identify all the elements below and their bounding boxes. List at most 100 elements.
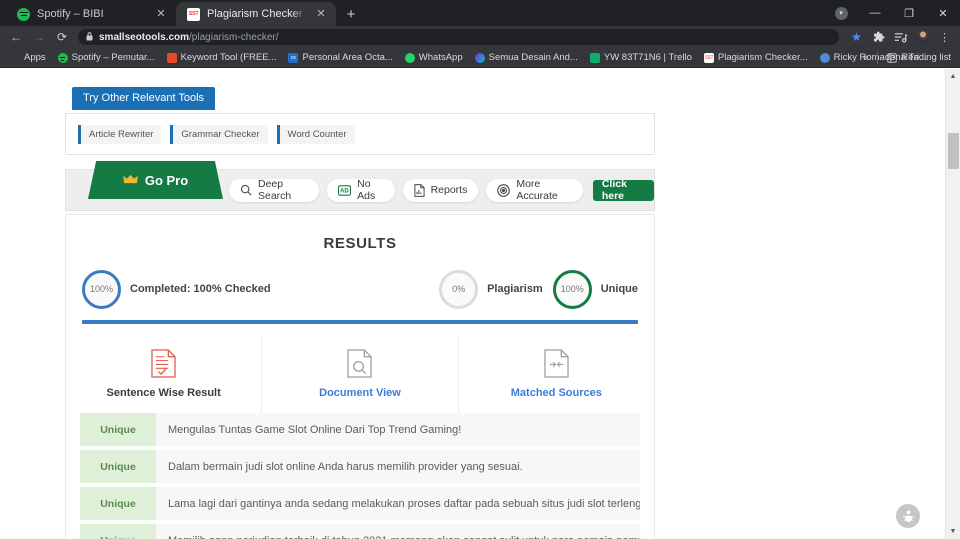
- browser-menu-icon[interactable]: ⋮: [935, 28, 954, 47]
- bookmark-whatsapp[interactable]: WhatsApp: [400, 49, 468, 67]
- scroll-up-icon[interactable]: ▲: [946, 69, 960, 84]
- sentence-text: Lama lagi dari gantinya anda sedang mela…: [168, 497, 640, 510]
- reload-icon[interactable]: ⟳: [52, 27, 72, 47]
- back-icon[interactable]: ←: [6, 27, 26, 47]
- reading-list-label: Reading list: [901, 52, 951, 63]
- tab-label: Matched Sources: [510, 387, 602, 399]
- results-meters-right: 0% Plagiarism 100% Unique: [439, 269, 638, 309]
- reading-list-button[interactable]: Reading list: [882, 49, 956, 67]
- bookmark-semua-desain[interactable]: Semua Desain And...: [470, 49, 583, 67]
- forward-icon: →: [33, 30, 45, 44]
- table-row[interactable]: Unique Memilih agen perjudian terbaik di…: [80, 524, 640, 539]
- plagiarism-label: Plagiarism: [487, 283, 543, 295]
- scrollbar-thumb[interactable]: [948, 133, 959, 169]
- tab-title: Plagiarism Checker - 100% Free C: [207, 8, 307, 20]
- browser-toolbar: ← → ⟳ smallseotools.com/plagiarism-check…: [0, 26, 960, 48]
- go-pro-badge[interactable]: Go Pro: [88, 161, 223, 199]
- feature-no-ads[interactable]: AD No Ads: [327, 178, 395, 202]
- bookmark-label: Semua Desain And...: [488, 52, 578, 63]
- bookmark-star-icon[interactable]: ★: [847, 28, 866, 47]
- minimize-icon[interactable]: —: [858, 0, 892, 26]
- download-indicator-icon[interactable]: ▾: [824, 0, 858, 26]
- feature-reports[interactable]: Reports: [402, 178, 479, 202]
- status-badge: Unique: [80, 487, 156, 520]
- document-check-icon: [66, 348, 261, 378]
- sentence-text: Mengulas Tuntas Game Slot Online Dari To…: [168, 423, 462, 436]
- window-controls: ▾ — ❐ ✕: [824, 0, 960, 26]
- tab-matched-sources[interactable]: Matched Sources: [459, 336, 654, 413]
- unique-percent-ring: 100%: [552, 269, 592, 309]
- results-card: RESULTS 100% Completed: 100% Checked 0% …: [65, 214, 655, 539]
- go-pro-label: Go Pro: [144, 172, 189, 188]
- sst-icon: SST: [187, 7, 200, 21]
- tab-title: Spotify – BIBI: [37, 8, 104, 20]
- meter-unique: 100% Unique: [552, 269, 638, 309]
- spotify-icon: [17, 7, 30, 21]
- feature-deep-search[interactable]: Deep Search: [229, 178, 320, 202]
- new-tab-button[interactable]: +: [338, 2, 364, 26]
- tool-link-word-counter[interactable]: Word Counter: [276, 124, 355, 144]
- bookmark-plagiarism-checker[interactable]: SST Plagiarism Checker...: [699, 49, 813, 67]
- table-row[interactable]: Unique Mengulas Tuntas Game Slot Online …: [80, 413, 640, 446]
- trello-icon: [589, 52, 600, 63]
- octa-icon: oc: [288, 52, 299, 63]
- sentence-text: Memilih agen perjudian terbaik di tahun …: [156, 524, 640, 539]
- scroll-down-icon[interactable]: ▼: [946, 524, 960, 539]
- go-pro-bar: Go Pro Deep Search AD No Ads Reports Mor…: [65, 161, 655, 211]
- divider: [877, 51, 879, 64]
- browser-tab-plagiarism-checker[interactable]: SST Plagiarism Checker - 100% Free C ✕: [176, 2, 336, 26]
- tab-close-icon[interactable]: ✕: [314, 7, 328, 21]
- tab-sentence-wise-result[interactable]: Sentence Wise Result: [66, 336, 263, 413]
- browser-tab-spotify[interactable]: Spotify – BIBI ✕: [6, 2, 176, 26]
- page-viewport: Try Other Relevant Tools Article Rewrite…: [0, 69, 960, 539]
- results-meters: 100% Completed: 100% Checked 0% Plagiari…: [66, 252, 654, 314]
- sentence-results-list: Unique Mengulas Tuntas Game Slot Online …: [66, 413, 654, 539]
- tab-close-icon[interactable]: ✕: [154, 7, 168, 21]
- browser-titlebar: Spotify – BIBI ✕ SST Plagiarism Checker …: [0, 0, 960, 26]
- tab-label: Sentence Wise Result: [106, 387, 221, 399]
- bookmark-label: WhatsApp: [418, 52, 463, 63]
- bookmark-keyword-tool[interactable]: Keyword Tool (FREE...: [162, 49, 282, 67]
- browser-window: Spotify – BIBI ✕ SST Plagiarism Checker …: [0, 0, 960, 539]
- relevant-tools-card: Try Other Relevant Tools Article Rewrite…: [65, 87, 655, 159]
- bookmark-personal-area-octa[interactable]: oc Personal Area Octa...: [283, 49, 397, 67]
- bookmark-label: Apps: [24, 52, 46, 63]
- svg-text:AD: AD: [340, 188, 349, 194]
- bookmark-label: Keyword Tool (FREE...: [180, 52, 277, 63]
- address-bar[interactable]: smallseotools.com/plagiarism-checker/: [78, 29, 839, 45]
- tab-document-view[interactable]: Document View: [262, 336, 459, 413]
- results-divider: [82, 320, 638, 324]
- lock-icon: [86, 31, 93, 43]
- bookmarks-bar: Apps Spotify – Pemutar... Keyword Tool (…: [0, 48, 960, 68]
- feature-more-accurate[interactable]: More Accurate: [486, 178, 583, 202]
- page-scrollbar[interactable]: ▲ ▼: [945, 69, 960, 539]
- feature-label: Deep Search: [258, 178, 292, 202]
- status-badge: Unique: [80, 413, 156, 446]
- sst-icon: SST: [703, 52, 714, 63]
- bookmark-trello[interactable]: YW 83T71N6 | Trello: [585, 49, 697, 67]
- table-row[interactable]: Unique Lama lagi dari gantinya anda seda…: [80, 487, 640, 520]
- status-badge: Unique: [80, 450, 156, 483]
- table-row[interactable]: Unique Dalam bermain judi slot online An…: [80, 450, 640, 483]
- extensions-puzzle-icon[interactable]: [869, 28, 888, 47]
- spotify-icon: [57, 52, 68, 63]
- bookmark-spotify[interactable]: Spotify – Pemutar...: [53, 49, 160, 67]
- bookmarks-overflow-icon[interactable]: »: [858, 49, 873, 67]
- address-bar-url: smallseotools.com/plagiarism-checker/: [99, 32, 279, 43]
- tool-link-grammar-checker[interactable]: Grammar Checker: [170, 124, 268, 144]
- whatsapp-icon: [404, 52, 415, 63]
- close-icon[interactable]: ✕: [926, 0, 960, 26]
- feature-label: No Ads: [357, 178, 376, 202]
- click-here-button[interactable]: Click here: [592, 178, 654, 202]
- reading-list-icon[interactable]: [891, 28, 910, 47]
- maximize-icon[interactable]: ❐: [892, 0, 926, 26]
- tool-link-article-rewriter[interactable]: Article Rewriter: [78, 124, 162, 144]
- tab-strip: Spotify – BIBI ✕ SST Plagiarism Checker …: [0, 0, 364, 26]
- profile-avatar[interactable]: [913, 28, 932, 47]
- keywordtool-icon: [166, 52, 177, 63]
- bookmark-apps[interactable]: Apps: [5, 49, 51, 67]
- apps-grid-icon: [10, 53, 20, 63]
- document-search-icon: [262, 348, 457, 378]
- relevant-tools-tab[interactable]: Try Other Relevant Tools: [72, 87, 216, 110]
- accessibility-bug-icon[interactable]: [896, 504, 920, 528]
